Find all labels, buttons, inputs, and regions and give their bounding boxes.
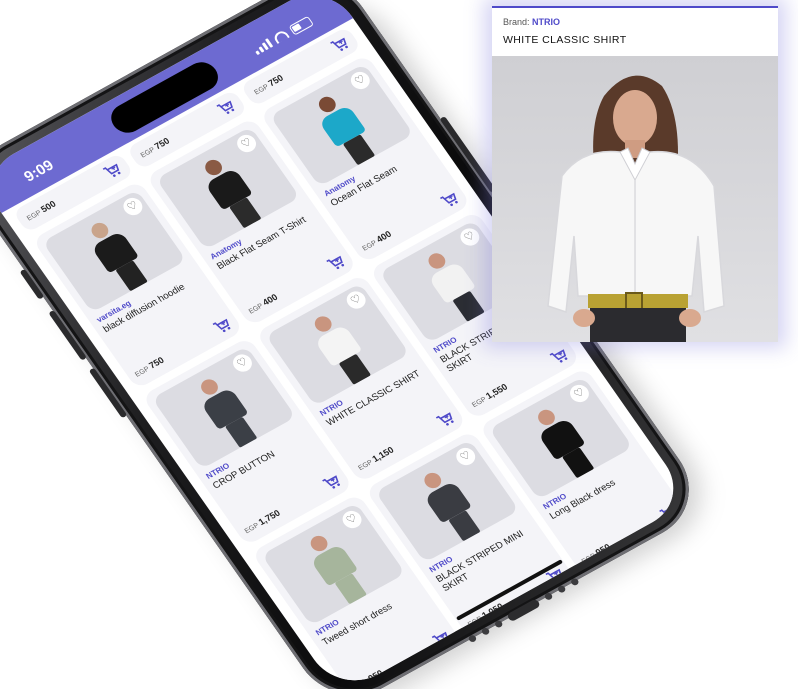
charging-port — [505, 597, 541, 622]
heart-icon[interactable]: ♡ — [119, 194, 146, 219]
heart-icon[interactable]: ♡ — [233, 131, 260, 156]
product-price: EGP750 — [134, 354, 166, 379]
status-time: 9:09 — [20, 156, 57, 186]
brand-name[interactable]: NTRIO — [532, 17, 560, 27]
heart-icon[interactable]: ♡ — [566, 381, 593, 406]
cart-icon[interactable] — [658, 503, 680, 522]
product-figure — [527, 403, 601, 482]
product-figure — [80, 216, 154, 295]
product-figure — [304, 309, 378, 388]
product-price: EGP1,550 — [470, 381, 510, 410]
product-price: EGP400 — [361, 228, 394, 253]
cart-icon[interactable] — [329, 35, 351, 54]
cart-icon[interactable] — [435, 410, 457, 429]
heart-icon[interactable]: ♡ — [452, 444, 479, 469]
heart-icon[interactable]: ♡ — [343, 288, 370, 312]
product-detail-popup: Brand: NTRIO WHITE CLASSIC SHIRT — [492, 6, 778, 342]
heart-icon[interactable]: ♡ — [347, 68, 374, 93]
product-price: EGP1,750 — [243, 507, 283, 536]
heart-icon[interactable]: ♡ — [338, 507, 366, 532]
signal-icon — [252, 38, 274, 56]
model-photo-illustration — [547, 75, 725, 342]
product-figure — [417, 246, 491, 325]
cart-icon[interactable] — [212, 316, 234, 335]
cart-icon[interactable] — [321, 473, 343, 492]
product-price: EGP400 — [247, 291, 280, 316]
product-figure — [194, 153, 268, 232]
wifi-icon — [271, 28, 290, 44]
detail-title: WHITE CLASSIC SHIRT — [503, 34, 627, 46]
heart-icon[interactable]: ♡ — [456, 225, 483, 249]
cart-icon[interactable] — [325, 253, 347, 272]
product-figure — [413, 466, 487, 545]
brand-label: Brand: — [503, 17, 530, 27]
product-figure — [190, 372, 264, 451]
cart-icon[interactable] — [215, 98, 237, 117]
cart-icon[interactable] — [549, 347, 571, 366]
product-figure — [308, 90, 382, 169]
detail-brand: Brand: NTRIO — [503, 17, 560, 27]
product-price: EGP950 — [353, 667, 386, 689]
product-figure — [300, 529, 374, 608]
cart-icon[interactable] — [439, 190, 461, 209]
mute-switch — [19, 268, 45, 300]
battery-icon — [288, 15, 314, 36]
heart-icon[interactable]: ♡ — [229, 351, 256, 375]
product-price: EGP1,150 — [357, 444, 396, 473]
product-photo — [492, 56, 778, 342]
cart-icon[interactable] — [102, 161, 124, 180]
